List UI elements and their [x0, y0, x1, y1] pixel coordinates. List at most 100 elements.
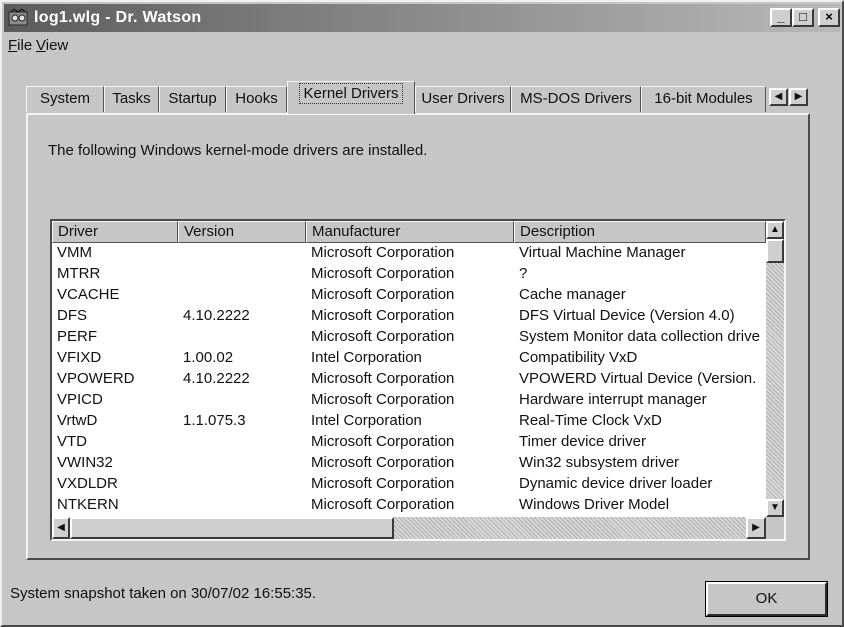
cell-description: Virtual Machine Manager: [519, 244, 686, 261]
table-row[interactable]: VCACHE Microsoft Corporation Cache manager: [52, 284, 766, 305]
cell-driver: NTKERN: [57, 496, 119, 513]
table-row[interactable]: MTRR Microsoft Corporation?: [52, 263, 766, 284]
cell-version: [183, 515, 307, 516]
tab-user-drivers-label: User Drivers: [421, 90, 505, 107]
ok-button[interactable]: OK: [705, 581, 828, 617]
cell-description: Configuration manager: [519, 515, 766, 516]
cell-driver: CONFIGMG: [57, 515, 177, 516]
scroll-down-button[interactable]: ▼: [766, 499, 784, 517]
menu-file-label: ile: [17, 37, 33, 54]
tab-ms-dos-drivers-label: MS-DOS Drivers: [520, 90, 632, 107]
tab-system[interactable]: System: [26, 86, 104, 112]
cell-manufacturer: Intel Corporation: [311, 412, 422, 429]
cell-driver: VPOWERD: [57, 370, 135, 387]
tab-16-bit-modules[interactable]: 16-bit Modules: [641, 86, 766, 112]
cell-description: Hardware interrupt manager: [519, 391, 707, 408]
menu-file-mnemonic: F: [8, 37, 18, 54]
cell-version: [183, 263, 307, 284]
table-row[interactable]: VPOWERD 4.10.2222 Microsoft Corporation VPO…: [52, 368, 766, 389]
cell-manufacturer: Microsoft Corporation: [311, 433, 455, 450]
tab-16-bit-modules-label: 16-bit Modules: [654, 90, 753, 107]
column-header-version[interactable]: Version: [178, 221, 306, 243]
cell-manufacturer: Microsoft Corporation: [311, 370, 455, 387]
scroll-right-button[interactable]: ▶: [746, 517, 766, 539]
cell-description: Compatibility VxD: [519, 349, 638, 366]
cell-driver: VWIN32: [57, 454, 113, 471]
cell-manufacturer: Microsoft Corporation: [311, 286, 455, 303]
cell-description: Timer device driver: [519, 433, 646, 450]
dr-watson-icon: [8, 9, 28, 26]
table-row[interactable]: VWIN32 Microsoft Corporation Win32 subsyst…: [52, 452, 766, 473]
column-header-description[interactable]: Description: [514, 221, 766, 243]
cell-version: [183, 452, 307, 473]
tab-startup[interactable]: Startup: [159, 86, 226, 112]
cell-driver: DFS: [57, 307, 87, 324]
cell-description: Dynamic device driver loader: [519, 475, 713, 492]
column-header-manufacturer[interactable]: Manufacturer: [306, 221, 514, 243]
scroll-up-button[interactable]: ▲: [766, 221, 784, 239]
cell-driver: VrtwD: [57, 412, 98, 429]
tab-hooks-label: Hooks: [235, 90, 278, 107]
table-row[interactable]: VFIXD 1.00.02 Intel Corporation Compatibili…: [52, 347, 766, 368]
tab-user-drivers[interactable]: User Drivers: [415, 86, 511, 112]
tab-tasks[interactable]: Tasks: [104, 86, 159, 112]
column-header-driver[interactable]: Driver: [52, 221, 178, 243]
list-rows: VMM Microsoft Corporation Virtual Machine …: [52, 243, 766, 516]
table-row[interactable]: PERF Microsoft Corporation System Monitor …: [52, 326, 766, 347]
vertical-scroll-thumb[interactable]: [766, 239, 784, 263]
cell-version: [183, 494, 307, 515]
cell-driver: VTD: [57, 433, 87, 450]
tab-tasks-label: Tasks: [112, 90, 151, 107]
table-row[interactable]: VMM Microsoft Corporation Virtual Machine …: [52, 243, 766, 263]
table-row[interactable]: VXDLDR Microsoft Corporation Dynamic devic…: [52, 473, 766, 494]
cell-version: [183, 431, 307, 452]
cell-manufacturer: Microsoft Corporation: [311, 496, 455, 513]
scroll-left-button[interactable]: ◀: [52, 517, 70, 539]
kernel-drivers-panel: The following Windows kernel-mode driver…: [26, 113, 810, 560]
table-row[interactable]: NTKERN Microsoft Corporation Windows Drive…: [52, 494, 766, 515]
table-row[interactable]: CONFIGMG Microsoft Corporation Configurati…: [52, 515, 766, 516]
horizontal-scrollbar[interactable]: ◀ ▶: [52, 517, 766, 539]
maximize-button[interactable]: □: [792, 8, 814, 27]
tab-scroll-left-button[interactable]: ◀: [769, 88, 788, 106]
table-row[interactable]: DFS 4.10.2222 Microsoft Corporation DFS Vir…: [52, 305, 766, 326]
cell-description: Windows Driver Model: [519, 496, 670, 513]
table-row[interactable]: VPICD Microsoft Corporation Hardware inter…: [52, 389, 766, 410]
intro-text: The following Windows kernel-mode driver…: [48, 142, 428, 159]
vertical-scrollbar[interactable]: ▲ ▼: [766, 221, 784, 517]
cell-driver: MTRR: [57, 265, 101, 282]
cell-description: ?: [519, 265, 528, 282]
scrollbar-corner: [766, 517, 784, 539]
menu-view[interactable]: View: [36, 37, 68, 54]
cell-driver: VCACHE: [57, 286, 120, 303]
title-bar[interactable]: log1.wlg - Dr. Watson _ □ ×: [4, 4, 840, 32]
cell-driver: VPICD: [57, 391, 103, 408]
cell-manufacturer: Microsoft Corporation: [311, 307, 455, 324]
drivers-list[interactable]: Driver Version Manufacturer Description …: [50, 219, 786, 541]
tab-hooks[interactable]: Hooks: [226, 86, 287, 112]
cell-manufacturer: Microsoft Corporation: [311, 475, 455, 492]
minimize-button[interactable]: _: [770, 8, 792, 27]
table-row[interactable]: VTD Microsoft Corporation Timer device dri…: [52, 431, 766, 452]
tab-startup-label: Startup: [168, 90, 217, 107]
close-button[interactable]: ×: [818, 8, 840, 27]
cell-manufacturer: Microsoft Corporation: [311, 515, 515, 516]
cell-manufacturer: Intel Corporation: [311, 349, 422, 366]
tab-scroll-right-button[interactable]: ▶: [789, 88, 808, 106]
cell-description: Win32 subsystem driver: [519, 454, 680, 471]
cell-version: [183, 473, 307, 494]
cell-version: 1.00.02: [183, 349, 234, 366]
cell-manufacturer: Microsoft Corporation: [311, 454, 455, 471]
tab-kernel-drivers[interactable]: Kernel Drivers: [287, 81, 415, 114]
horizontal-scroll-thumb[interactable]: [70, 517, 394, 539]
table-row[interactable]: VrtwD 1.1.075.3 Intel Corporation Real-Time…: [52, 410, 766, 431]
cell-driver: VFIXD: [57, 349, 102, 366]
cell-version: [183, 243, 307, 263]
tab-ms-dos-drivers[interactable]: MS-DOS Drivers: [511, 86, 641, 112]
cell-driver: VXDLDR: [57, 475, 118, 492]
dr-watson-window: log1.wlg - Dr. Watson _ □ × File View Sy…: [0, 0, 844, 627]
cell-manufacturer: Microsoft Corporation: [311, 244, 455, 261]
cell-driver: PERF: [57, 328, 98, 345]
status-text: System snapshot taken on 30/07/02 16:55:…: [10, 585, 317, 602]
menu-file[interactable]: File: [8, 37, 32, 54]
